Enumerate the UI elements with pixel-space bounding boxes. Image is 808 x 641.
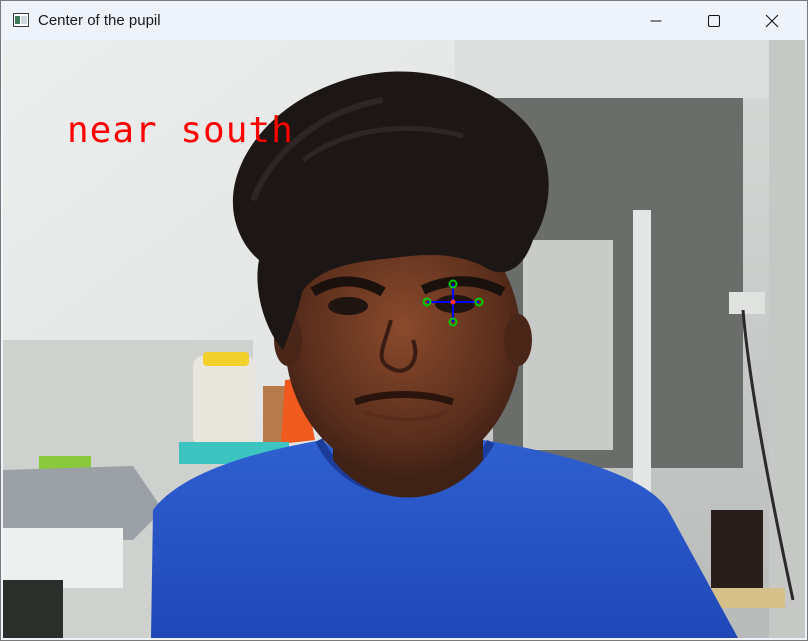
title-bar[interactable]: Center of the pupil xyxy=(1,1,807,40)
app-window: Center of the pupil near south xyxy=(0,0,808,641)
close-button[interactable] xyxy=(743,1,801,40)
maximize-icon xyxy=(708,14,720,27)
minimize-icon xyxy=(650,20,662,21)
close-icon xyxy=(765,14,779,27)
maximize-button[interactable] xyxy=(685,1,743,40)
opencv-window-icon xyxy=(13,13,29,27)
gaze-direction-label: near south xyxy=(67,110,294,151)
window-title: Center of the pupil xyxy=(38,12,161,29)
webcam-frame: near south xyxy=(3,40,805,638)
minimize-button[interactable] xyxy=(627,1,685,40)
